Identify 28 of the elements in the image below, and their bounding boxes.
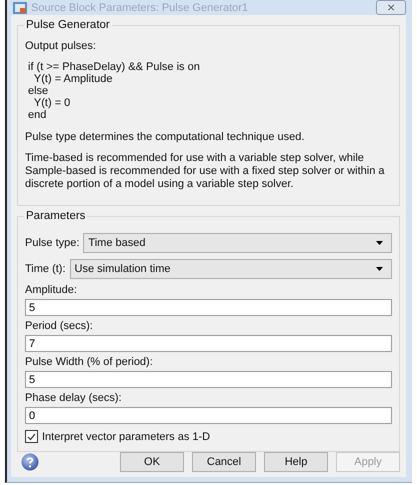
caret-icon [376, 267, 383, 271]
dropdown[interactable]: Use simulation time [70, 259, 392, 279]
field-label: Pulse type: [25, 237, 80, 249]
dialog-button[interactable]: OK [120, 452, 184, 472]
field-label: Amplitude: [25, 284, 78, 296]
field-label: Pulse Width (% of period): [25, 356, 154, 368]
checkbox[interactable] [25, 430, 38, 443]
group-title: Parameters [24, 210, 88, 222]
close-button[interactable]: ⨯ [376, 0, 406, 15]
window-title: Source Block Parameters: Pulse Generator1 [31, 2, 250, 14]
dropdown[interactable]: Time based [83, 233, 392, 253]
dialog-button[interactable]: Help [264, 452, 328, 472]
group-title: Pulse Generator [24, 19, 112, 31]
description-text: Output pulses: [25, 40, 97, 53]
input-field[interactable]: 7 [25, 335, 392, 352]
input-field[interactable]: 5 [25, 371, 392, 388]
input-field[interactable]: 5 [25, 299, 392, 316]
input-field[interactable]: 0 [25, 407, 392, 424]
description-text: Time-based is recommended for use with a variable step solver, while Sample-based is recommended for use with a fixed step solver or within a discrete portion of a model using a variable step solver. [25, 152, 386, 191]
dialog-button[interactable]: Cancel [192, 452, 256, 472]
code-text: if (t >= PhaseDelay) && Pulse is on Y(t) = Amplitude else Y(t) = 0 end [28, 61, 201, 121]
field-label: Period (secs): [25, 320, 94, 332]
field-label: Phase delay (secs): [25, 392, 123, 404]
field-label: Time (t): [25, 263, 66, 275]
description-text: Pulse type determines the computational technique used. [25, 131, 306, 144]
caret-icon [376, 241, 383, 245]
checkbox-label: Interpret vector parameters as 1-D [42, 430, 210, 442]
help-icon[interactable] [21, 453, 39, 471]
